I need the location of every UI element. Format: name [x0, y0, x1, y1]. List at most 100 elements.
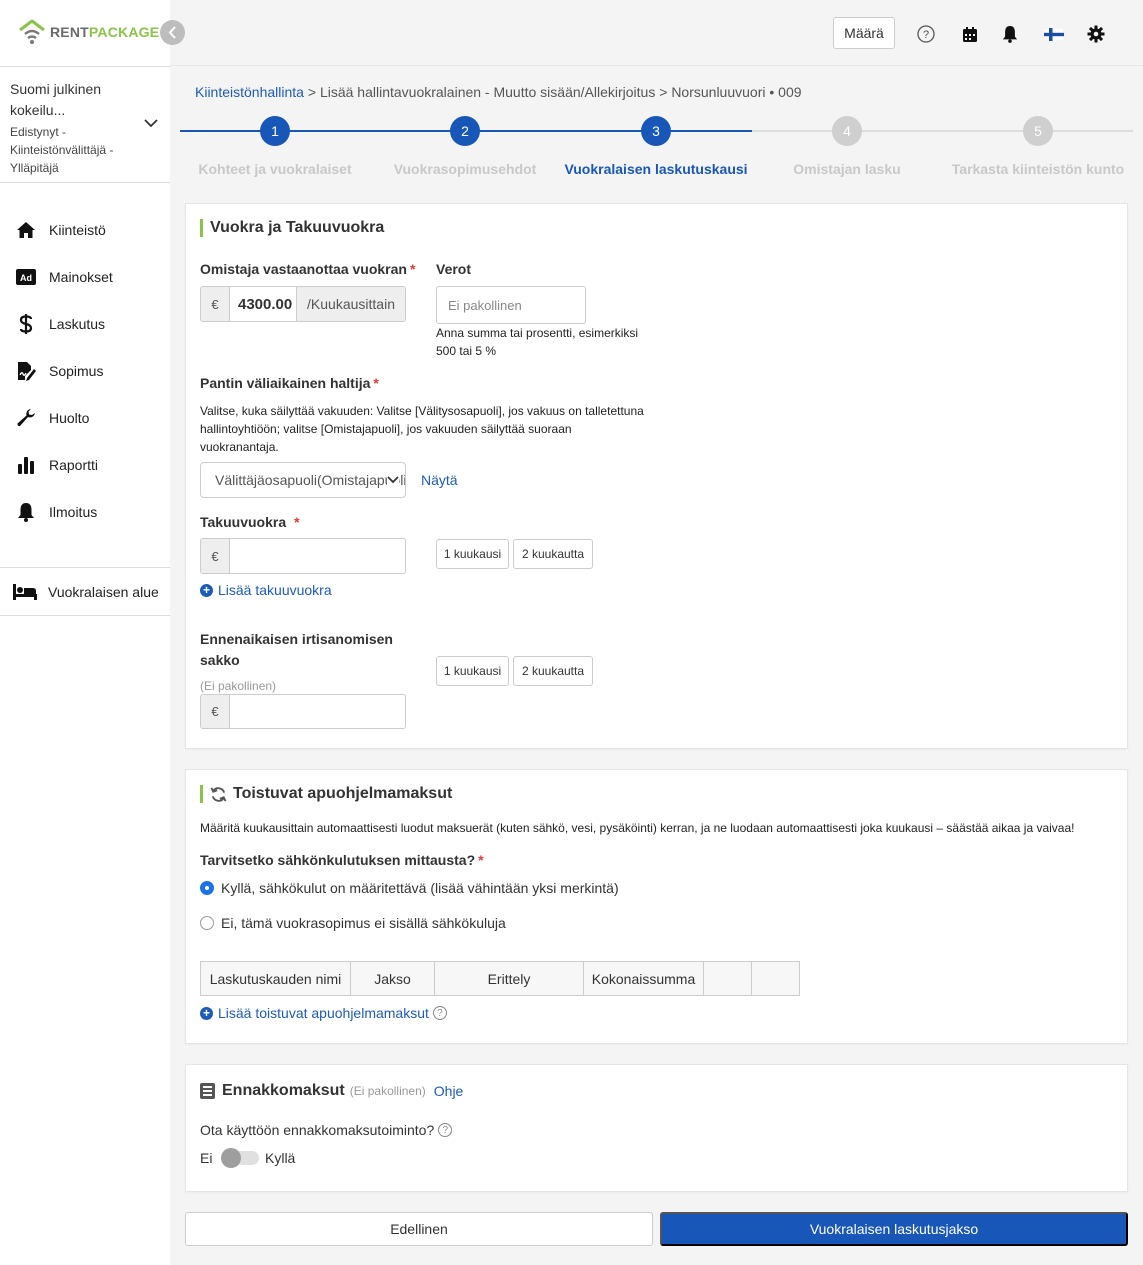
step-3[interactable]: 3 Vuokralaisen laskutuskausi: [561, 116, 751, 177]
currency-prefix: €: [201, 287, 230, 321]
settings-gear-icon[interactable]: [1086, 24, 1106, 44]
show-link[interactable]: Näytä: [421, 472, 458, 488]
rent-amount-value: 4300.00: [238, 295, 293, 313]
wrench-icon: [15, 407, 37, 429]
svg-text:Ad: Ad: [20, 273, 32, 283]
refresh-icon: [210, 786, 227, 802]
radio-dot: [200, 916, 214, 930]
question-mark-icon[interactable]: ?: [432, 1006, 447, 1020]
add-utility-text: Lisää toistuvat apuohjelmamaksut: [218, 1005, 429, 1021]
nav-item-laskutus[interactable]: Laskutus: [0, 300, 170, 347]
svg-text:?: ?: [923, 29, 929, 41]
sidebar: RENTPACKAGE Suomi julkinen kokeilu... Ed…: [0, 0, 170, 1265]
metering-no-text: Ei, tämä vuokrasopimus ei sisällä sähkök…: [221, 915, 506, 931]
prepayment-card: Ennakkomaksut (Ei pakollinen) Ohje Ota k…: [185, 1064, 1128, 1192]
pledge-help-text: Valitse, kuka säilyttää vakuuden: Valits…: [200, 404, 644, 454]
plus-circle-icon: +: [200, 1006, 213, 1020]
nav-label: Laskutus: [49, 315, 106, 332]
account-role: Edistynyt - Kiinteistönvälittäjä - Ylläp…: [10, 125, 114, 175]
wallet-icon: [200, 1083, 215, 1099]
prepay-toggle[interactable]: [221, 1148, 259, 1168]
finnish-flag-icon[interactable]: [1044, 24, 1064, 44]
step-label: Omistajan lasku: [793, 161, 901, 177]
title-accent-bar: [200, 219, 203, 237]
deposit-1-month-button[interactable]: 1 kuukausi: [436, 539, 509, 569]
step-number: 5: [1023, 116, 1053, 146]
breadcrumb-page: Lisää hallintavuokralainen - Muutto sisä…: [319, 84, 656, 100]
nav-item-mainokset[interactable]: Ad Mainokset: [0, 253, 170, 300]
metering-yes-radio[interactable]: Kyllä, sähkökulut on määritettävä (lisää…: [200, 880, 619, 896]
previous-button[interactable]: Edellinen: [185, 1212, 653, 1246]
column-header: [751, 961, 800, 996]
rent-amount-input[interactable]: € 4300.00 /Kuukausittain: [200, 286, 406, 322]
step-label: Kohteet ja vuokralaiset: [198, 161, 352, 177]
pledge-holder-selected: Välittäjäosapuoli(Omistajapuoli): [215, 472, 406, 488]
penalty-amount-input[interactable]: €: [200, 694, 406, 729]
nav-item-huolto[interactable]: Huolto: [0, 394, 170, 441]
recurring-utility-card: Toistuvat apuohjelmamaksut Määritä kuuka…: [185, 769, 1128, 1044]
pledge-holder-select[interactable]: Välittäjäosapuoli(Omistajapuoli): [200, 462, 406, 498]
pledge-holder-label: Pantin väliaikainen haltija *: [200, 375, 379, 391]
utility-table: Laskutuskauden nimi Jakso Erittely Kokon…: [200, 961, 800, 996]
rentpackage-logo[interactable]: RENTPACKAGE: [18, 18, 159, 46]
add-utility-link[interactable]: + Lisää toistuvat apuohjelmamaksut ?: [200, 1005, 447, 1021]
column-header: Kokonaissumma: [583, 961, 704, 996]
step-1[interactable]: 1 Kohteet ja vuokralaiset: [180, 116, 370, 177]
required-marker: *: [373, 375, 379, 391]
maara-button[interactable]: Määrä: [833, 17, 895, 49]
deposit-2-months-button[interactable]: 2 kuukautta: [513, 539, 593, 569]
tax-input[interactable]: Ei pakollinen: [436, 286, 586, 324]
step-2[interactable]: 2 Vuokrasopimusehdot: [370, 116, 560, 177]
nav-item-raportti[interactable]: Raportti: [0, 441, 170, 488]
next-button[interactable]: Vuokralaisen laskutusjakso: [660, 1212, 1128, 1246]
step-5[interactable]: 5 Tarkasta kiinteistön kunto: [943, 116, 1133, 177]
add-deposit-link[interactable]: + Lisää takuuvuokra: [200, 582, 332, 598]
sidebar-collapse-button[interactable]: [160, 20, 185, 45]
tax-help-text: Anna summa tai prosentti, esimerkiksi 50…: [436, 326, 639, 358]
chevron-down-icon: [387, 475, 399, 485]
nav-item-sopimus[interactable]: Sopimus: [0, 347, 170, 394]
step-number: 1: [260, 116, 290, 146]
penalty-1-month-button[interactable]: 1 kuukausi: [436, 656, 509, 686]
table-header-row: Laskutuskauden nimi Jakso Erittely Kokon…: [200, 961, 800, 996]
chevron-down-icon[interactable]: [144, 119, 158, 128]
account-switcher[interactable]: Suomi julkinen kokeilu... Edistynyt - Ki…: [0, 66, 170, 183]
nav-label: Raportti: [49, 456, 99, 473]
nav-item-tenant-area[interactable]: Vuokralaisen alue: [0, 567, 170, 616]
nav-item-kiinteisto[interactable]: Kiinteistö: [0, 206, 170, 253]
nav-label: Sopimus: [49, 362, 104, 379]
column-header: Laskutuskauden nimi: [200, 961, 351, 996]
question-mark-icon[interactable]: ?: [438, 1123, 453, 1137]
utility-description: Määritä kuukausittain automaattisesti lu…: [200, 821, 1075, 835]
dollar-icon: [15, 313, 37, 335]
calendar-icon[interactable]: [960, 24, 980, 44]
penalty-2-months-button[interactable]: 2 kuukautta: [513, 656, 593, 686]
logo-text-package: PACKAGE: [88, 24, 160, 40]
home-icon: [15, 219, 37, 241]
prepay-question: Ota käyttöön ennakkomaksutoiminto? ?: [200, 1122, 453, 1138]
step-label: Vuokralaisen laskutuskausi: [564, 161, 748, 177]
penalty-optional-text: (Ei pakollinen): [200, 679, 277, 693]
prepay-help-link[interactable]: Ohje: [434, 1083, 464, 1099]
nav-item-ilmoitus[interactable]: Ilmoitus: [0, 488, 170, 535]
breadcrumb-root-link[interactable]: Kiinteistönhallinta: [195, 84, 304, 100]
help-icon[interactable]: ?: [916, 24, 936, 44]
prepay-question-text: Ota käyttöön ennakkomaksutoiminto?: [200, 1122, 435, 1138]
bell-icon: [15, 501, 37, 523]
step-number: 4: [832, 116, 862, 146]
currency-prefix: €: [201, 695, 230, 728]
nav-label: Huolto: [49, 409, 90, 426]
bar-chart-icon: [15, 454, 37, 476]
breadcrumb-separator: >: [307, 84, 317, 100]
step-4[interactable]: 4 Omistajan lasku: [752, 116, 942, 177]
metering-no-radio[interactable]: Ei, tämä vuokrasopimus ei sisällä sähkök…: [200, 915, 506, 931]
contract-icon: [15, 360, 37, 382]
required-marker: *: [294, 514, 300, 530]
deposit-label-text: Takuuvuokra: [200, 514, 287, 530]
bed-icon: [13, 583, 37, 600]
deposit-amount-input[interactable]: €: [200, 538, 406, 574]
card-title-text: Vuokra ja Takuuvuokra: [210, 219, 385, 236]
step-number: 3: [641, 116, 671, 146]
notifications-bell-icon[interactable]: [1000, 24, 1020, 44]
required-marker: *: [478, 852, 484, 868]
